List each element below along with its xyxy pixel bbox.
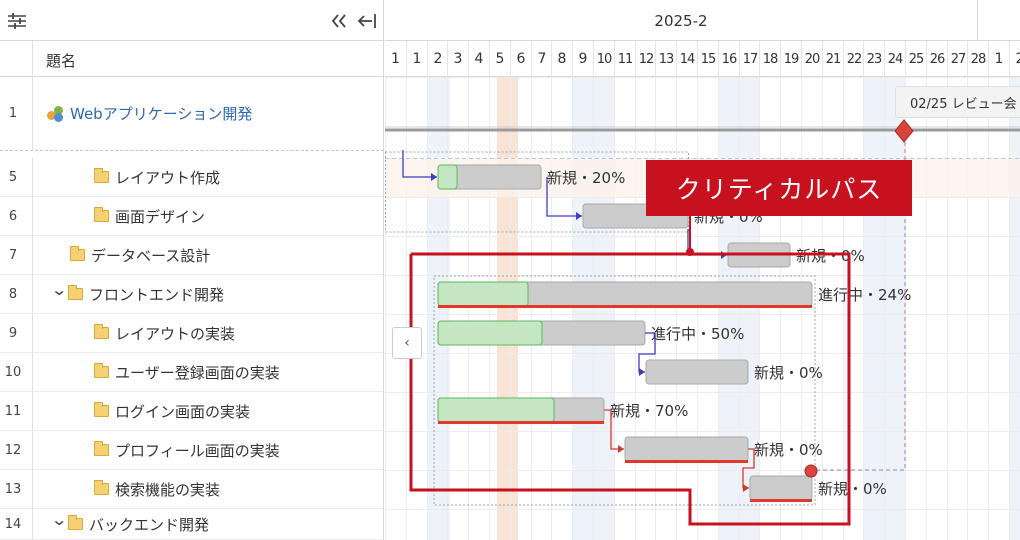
task-row[interactable]: 11 ログイン画面の実装 bbox=[0, 392, 383, 431]
task-bar-label: 進行中・24% bbox=[818, 286, 911, 304]
link-arrow bbox=[639, 368, 645, 376]
link-arrow bbox=[618, 445, 624, 453]
task-bar-label: 新規・0% bbox=[754, 364, 823, 382]
task-label: プロフィール画面の実装 bbox=[94, 431, 280, 469]
chevron-down-icon[interactable]: ⌄ bbox=[51, 282, 68, 298]
task-label: レイアウト作成 bbox=[94, 158, 220, 196]
grid-toolbar bbox=[0, 0, 383, 41]
row-number: 14 bbox=[0, 509, 33, 539]
task-bar-progress bbox=[437, 320, 543, 346]
task-row[interactable]: 7 データベース設計 bbox=[0, 236, 383, 275]
task-label: 画面デザイン bbox=[94, 197, 205, 235]
arrow-left-bar-icon[interactable] bbox=[356, 11, 378, 31]
task-bar bbox=[645, 359, 749, 385]
scroll-left-button[interactable]: ‹ bbox=[392, 327, 422, 359]
folder-icon bbox=[94, 207, 109, 222]
folder-icon bbox=[94, 363, 109, 378]
task-bar-progress bbox=[437, 397, 555, 423]
critical-underline bbox=[438, 421, 604, 424]
task-title: フロントエンド開発 bbox=[89, 285, 225, 304]
task-row[interactable]: 8 ⌄ フロントエンド開発 bbox=[0, 275, 383, 314]
critical-underline bbox=[438, 305, 812, 308]
task-label: ⌄ フロントエンド開発 bbox=[51, 275, 225, 313]
task-row[interactable]: 12 プロフィール画面の実装 bbox=[0, 431, 383, 470]
task-bar-label: 新規・70% bbox=[610, 402, 688, 420]
sliders-icon[interactable] bbox=[6, 11, 28, 31]
task-bar-label: 新規・20% bbox=[547, 169, 625, 187]
row-number: 8 bbox=[0, 275, 33, 313]
task-label: ⌄ バックエンド開発 bbox=[51, 509, 210, 539]
critical-path-callout: クリティカルパス bbox=[646, 160, 912, 216]
row-number: 12 bbox=[0, 431, 33, 469]
task-bar bbox=[749, 475, 813, 501]
row-number: 10 bbox=[0, 353, 33, 391]
task-row[interactable]: 5 レイアウト作成 bbox=[0, 158, 383, 197]
grid-column-header: 題名 bbox=[0, 41, 383, 77]
task-bar bbox=[624, 436, 749, 462]
number-column-header bbox=[0, 41, 33, 77]
task-title: 画面デザイン bbox=[115, 207, 206, 226]
task-title: ログイン画面の実装 bbox=[115, 402, 251, 421]
gantt-chart: 2025-2 1 1 2 3 4 5 6 7 8 9 10 11 12 13 14 15 16 17 18 19 20 2… bbox=[385, 0, 1020, 540]
folder-icon bbox=[68, 285, 83, 300]
task-row[interactable]: 9 レイアウトの実装 bbox=[0, 314, 383, 353]
row-number: 6 bbox=[0, 197, 33, 235]
row-number: 1 bbox=[0, 77, 33, 150]
task-title: バックエンド開発 bbox=[89, 515, 210, 534]
task-label[interactable]: Webアプリケーション開発 bbox=[46, 77, 252, 150]
task-title: レイアウトの実装 bbox=[115, 324, 236, 343]
folder-icon bbox=[94, 480, 109, 495]
task-title: Webアプリケーション開発 bbox=[70, 105, 253, 123]
task-label: データベース設計 bbox=[70, 236, 210, 274]
task-bar-label: 新規・0% bbox=[818, 480, 887, 498]
folder-icon bbox=[94, 324, 109, 339]
project-icon bbox=[46, 105, 64, 123]
task-row[interactable]: 1 Webアプリケーション開発 bbox=[0, 77, 383, 151]
chevron-down-icon[interactable]: ⌄ bbox=[51, 512, 68, 528]
task-title: 検索機能の実装 bbox=[115, 480, 221, 499]
folder-icon bbox=[94, 441, 109, 456]
task-bar-progress bbox=[437, 281, 529, 307]
task-bar-label: 進行中・50% bbox=[651, 325, 744, 343]
task-row[interactable]: 6 画面デザイン bbox=[0, 197, 383, 236]
task-grid: 題名 1 Webアプリケーション開発 5 レイアウト作成 6 画面デザイン 7 データベース設… bbox=[0, 0, 384, 540]
row-number: 9 bbox=[0, 314, 33, 352]
row-number: 5 bbox=[0, 158, 33, 196]
task-label: ユーザー登録画面の実装 bbox=[94, 353, 280, 391]
task-label: レイアウトの実装 bbox=[94, 314, 235, 352]
folder-icon bbox=[94, 168, 109, 183]
task-label: ログイン画面の実装 bbox=[94, 392, 250, 430]
task-title: レイアウト作成 bbox=[115, 168, 221, 187]
task-title: プロフィール画面の実装 bbox=[115, 441, 280, 460]
milestone-label: 02/25 レビュー会 bbox=[895, 86, 1020, 118]
row-number: 7 bbox=[0, 236, 33, 274]
row-number: 13 bbox=[0, 470, 33, 508]
task-row[interactable]: 13 検索機能の実装 bbox=[0, 470, 383, 509]
folder-icon bbox=[94, 402, 109, 417]
task-title: データベース設計 bbox=[91, 246, 211, 265]
row-number: 11 bbox=[0, 392, 33, 430]
critical-underline bbox=[750, 499, 812, 502]
double-chevron-left-icon[interactable] bbox=[329, 11, 349, 31]
task-row[interactable]: 14 ⌄ バックエンド開発 bbox=[0, 509, 383, 540]
milestone-end-dot bbox=[804, 464, 818, 478]
critical-underline bbox=[625, 460, 748, 463]
task-bar-label: 新規・0% bbox=[754, 441, 823, 459]
title-column-header[interactable]: 題名 bbox=[46, 50, 76, 71]
folder-icon bbox=[68, 515, 83, 530]
task-title: ユーザー登録画面の実装 bbox=[115, 363, 280, 382]
chevron-left-icon: ‹ bbox=[404, 335, 410, 351]
task-bar-progress bbox=[437, 164, 458, 190]
task-row[interactable]: 10 ユーザー登録画面の実装 bbox=[0, 353, 383, 392]
task-label: 検索機能の実装 bbox=[94, 470, 220, 508]
folder-icon bbox=[70, 246, 85, 261]
gantt-canvas: 新規・20% 新規・0% 新規・0% 進行中・24% 進行中・50% 新規・0% 新規・70… bbox=[385, 77, 1020, 540]
task-bar-label: 新規・0% bbox=[796, 247, 865, 265]
